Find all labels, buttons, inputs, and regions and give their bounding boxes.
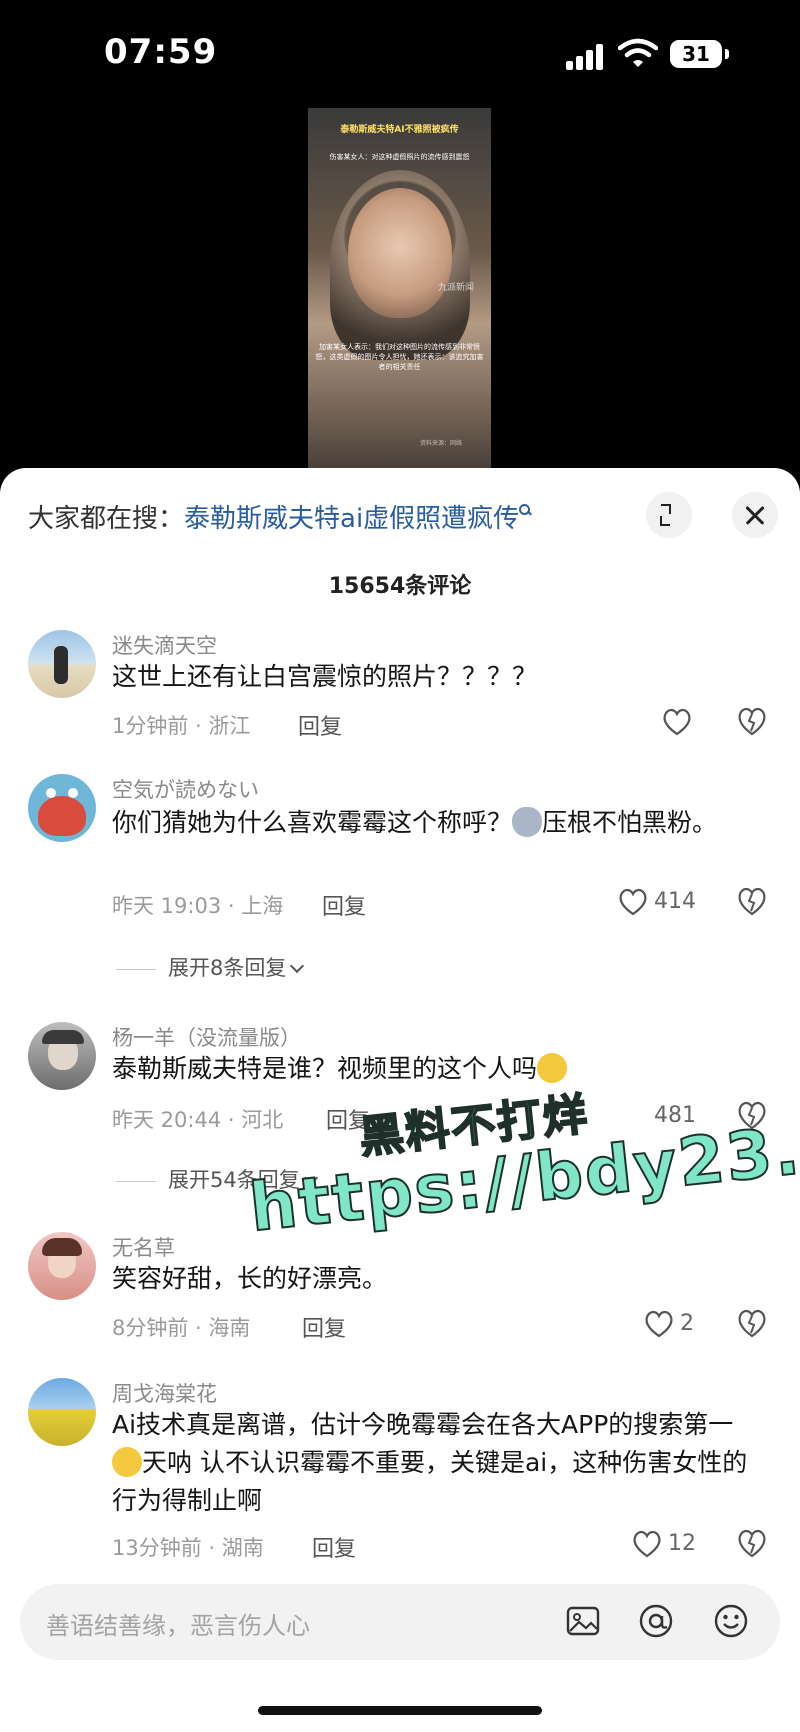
- video-watermark: 九派新闻: [438, 283, 475, 293]
- close-button[interactable]: [732, 492, 778, 538]
- battery-cap: [725, 49, 729, 59]
- comment-author[interactable]: 迷失滴天空: [112, 630, 217, 660]
- comment-input-placeholder: 善语结善缘，恶言伤人心: [46, 1612, 310, 1640]
- comment-text-part: 你们猜她为什么喜欢霉霉这个称呼？: [112, 808, 513, 837]
- avatar-figure: [54, 646, 68, 684]
- avatar[interactable]: [28, 1378, 96, 1446]
- dislike-icon[interactable]: [736, 1528, 768, 1558]
- reply-button[interactable]: 回复: [298, 709, 342, 741]
- comment-author[interactable]: 杨一羊（没流量版）: [112, 1022, 301, 1052]
- comment-text-part: 天呐 认不认识霉霉不重要，关键是ai，这种伤害女性的行为得制止啊: [112, 1448, 748, 1515]
- divider-line: [116, 968, 156, 970]
- dizzy-face-emoji-icon: [537, 1053, 568, 1083]
- image-icon[interactable]: [564, 1602, 602, 1640]
- comment-text-part: Ai技术真是离谱，估计今晚霉霉会在各大APP的搜索第一: [112, 1410, 734, 1439]
- mention-icon[interactable]: [637, 1602, 675, 1640]
- home-indicator[interactable]: [258, 1706, 542, 1715]
- grinning-sweat-emoji-icon: [112, 1447, 142, 1477]
- avatar-hair: [42, 1238, 82, 1256]
- video-player[interactable]: 泰勒斯威夫特AI不雅照被疯传 伤害某女人：对这种虚假照片的流传感到震怒 九派新闻…: [308, 108, 491, 468]
- video-caption: 加害某女人表示：我们对这种图片的流传感到非常愤怒，这类虚假的图片令人担忧，她还表…: [315, 343, 484, 371]
- divider-line: [116, 1180, 156, 1182]
- trending-search-prefix: 大家都在搜：: [28, 504, 185, 534]
- like-count: 414: [654, 889, 696, 914]
- battery-indicator: 31: [670, 40, 722, 68]
- like-heart-icon[interactable]: [662, 708, 692, 736]
- avatar-crab-eye: [68, 788, 78, 798]
- avatar[interactable]: [28, 1022, 96, 1090]
- trending-search[interactable]: 大家都在搜：泰勒斯威夫特ai虚假照遭疯传: [28, 494, 531, 544]
- expand-button[interactable]: [646, 492, 692, 538]
- dislike-icon[interactable]: [736, 706, 768, 736]
- wifi-icon: [618, 38, 658, 67]
- comment-input-bar[interactable]: 善语结善缘，恶言伤人心: [20, 1584, 780, 1660]
- comment-author[interactable]: 无名草: [112, 1232, 175, 1262]
- cellular-signal-icon: [566, 44, 608, 70]
- comment-text: 笑容好甜，长的好漂亮。: [112, 1264, 388, 1293]
- avatar-crab-eye: [46, 788, 56, 798]
- expand-replies-label: 展开8条回复: [168, 956, 287, 980]
- status-time: 07:59: [104, 32, 218, 72]
- comment-meta: 昨天 19:03 · 上海: [112, 894, 284, 918]
- search-icon: [519, 504, 531, 516]
- comment-meta: 昨天 20:44 · 河北: [112, 1108, 284, 1132]
- like-count: 12: [668, 1531, 696, 1556]
- reply-button[interactable]: 回复: [302, 1311, 346, 1343]
- dislike-icon[interactable]: [736, 886, 768, 916]
- comment-text-part: 压根不怕黑粉。: [542, 808, 718, 837]
- status-bar: 07:59 31: [0, 0, 800, 110]
- avatar[interactable]: [28, 774, 96, 842]
- avatar-hat: [42, 1030, 84, 1044]
- comment-meta: 13分钟前 · 湖南: [112, 1536, 264, 1560]
- expand-replies-button[interactable]: 展开8条回复: [116, 952, 305, 982]
- comment-meta: 1分钟前 · 浙江: [112, 714, 251, 738]
- video-headline: 泰勒斯威夫特AI不雅照被疯传: [340, 125, 459, 135]
- like-heart-icon[interactable]: [632, 1530, 662, 1558]
- comment-text: 这世上还有让白宫震惊的照片？？？？: [112, 662, 538, 691]
- comment-text: Ai技术真是离谱，估计今晚霉霉会在各大APP的搜索第一天呐 认不认识霉霉不重要，…: [112, 1406, 762, 1520]
- dislike-icon[interactable]: [736, 1308, 768, 1338]
- avatar[interactable]: [28, 630, 96, 698]
- video-subline: 伤害某女人：对这种虚假照片的流传感到震怒: [329, 153, 470, 161]
- reply-button[interactable]: 回复: [312, 1531, 356, 1563]
- comment-meta: 8分钟前 · 海南: [112, 1316, 251, 1340]
- comment-author[interactable]: 周戈海棠花: [112, 1378, 217, 1408]
- video-subject-face: [348, 188, 452, 318]
- emoji-icon[interactable]: [712, 1602, 750, 1640]
- cat-emoji-icon: [512, 807, 543, 837]
- comment-author[interactable]: 空気が読めない: [112, 774, 259, 804]
- like-heart-icon[interactable]: [618, 888, 648, 916]
- comment-count: 15654条评论: [328, 574, 472, 599]
- like-count: 2: [680, 1311, 694, 1336]
- video-credit: 资料来源：网络: [420, 440, 463, 447]
- avatar[interactable]: [28, 1232, 96, 1300]
- comment-text-part: 泰勒斯威夫特是谁？视频里的这个人吗: [112, 1054, 538, 1083]
- comment-text: 你们猜她为什么喜欢霉霉这个称呼？ 压根不怕黑粉。: [112, 804, 762, 842]
- chevron-down-icon: [290, 958, 305, 974]
- like-heart-icon[interactable]: [644, 1310, 674, 1338]
- avatar-crab-body: [38, 796, 86, 836]
- comment-text: 泰勒斯威夫特是谁？视频里的这个人吗: [112, 1050, 762, 1088]
- trending-search-link[interactable]: 泰勒斯威夫特ai虚假照遭疯传: [184, 504, 519, 534]
- reply-button[interactable]: 回复: [322, 889, 366, 921]
